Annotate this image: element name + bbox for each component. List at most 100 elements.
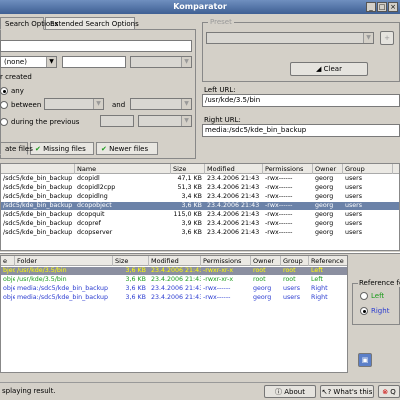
table-row[interactable]: /sdc5/kde_bin_backup dcopquit 115,0 KB 23.4… (1, 211, 399, 219)
table-row[interactable]: /sdc5/kde_bin_backup dcopidl2cpp 51,3 KB 23… (1, 184, 399, 192)
column-header[interactable]: Modified (205, 164, 263, 174)
checkmark-icon: ✔ (101, 145, 107, 153)
tab-search-options[interactable]: Search Options (0, 17, 58, 30)
table-cell: 3,4 KB (181, 193, 202, 200)
table-cell: 115,0 KB (173, 211, 202, 218)
any-radio[interactable] (0, 87, 8, 95)
table-cell: object (3, 276, 15, 283)
table-row[interactable]: object/usr/kde/3.5/bin 3,6 KB 23.4.2006 21… (1, 276, 347, 284)
column-header[interactable]: Group (343, 164, 393, 174)
any-label: any (11, 87, 24, 95)
reference-right-radio[interactable] (360, 307, 368, 315)
column-header[interactable] (1, 164, 75, 174)
table-cell: -rwx------ (203, 294, 231, 301)
table-cell: georg (315, 202, 334, 209)
table-cell: users (345, 220, 363, 227)
column-header[interactable]: Owner (313, 164, 343, 174)
quit-button[interactable]: ⊗ Q (378, 385, 400, 398)
table-cell: users (345, 184, 363, 191)
left-url-label: Left URL: (204, 86, 236, 94)
column-header[interactable]: Permissions (201, 256, 251, 266)
plus-icon: + (384, 34, 390, 42)
table-row[interactable]: objectmedia:/sdc5/kde_bin_backup 3,6 KB 23… (1, 285, 347, 293)
table-row[interactable]: /sdc5/kde_bin_backup dcopidlng 3,4 KB 23.4.… (1, 193, 399, 201)
table-row[interactable]: /sdc5/kde_bin_backup dcopref 3,9 KB 23.4.20… (1, 220, 399, 228)
preset-combo[interactable]: ▼ (206, 32, 374, 44)
between-radio[interactable] (0, 101, 8, 109)
minimize-icon[interactable]: _ (366, 2, 376, 12)
add-preset-button[interactable]: + (380, 31, 394, 45)
column-header[interactable]: Modified (149, 256, 201, 266)
during-unit-combo[interactable]: ▼ (138, 115, 192, 127)
column-header[interactable]: e (1, 256, 15, 266)
between-start-date[interactable]: ▼ (44, 98, 104, 110)
table-cell: 23.4.2006 21:43 (207, 211, 260, 218)
and-label: and (112, 101, 126, 109)
search-text-input[interactable] (0, 40, 192, 52)
table-cell: users (283, 294, 301, 301)
reference-left-label: Left (371, 292, 385, 300)
table-cell: /sdc5/kde_bin_backup (3, 229, 73, 236)
chevron-down-icon: ▼ (363, 33, 373, 43)
column-header[interactable]: Permissions (263, 164, 313, 174)
whats-this-button[interactable]: ↖? What's this (320, 385, 374, 398)
table-row[interactable]: /sdc5/kde_bin_backup dcopobject 3,6 KB 23.4… (1, 202, 399, 210)
modified-combo[interactable]: (none) ▼ (0, 56, 57, 68)
tab-missing-files[interactable]: ✔ Missing files (30, 142, 94, 155)
table-row[interactable]: objectmedia:/sdc5/kde_bin_backup 3,6 KB 23… (1, 294, 347, 302)
column-header[interactable]: Size (113, 256, 149, 266)
table-row[interactable]: /sdc5/kde_bin_backup dcopidl 47,1 KB 23.4.2… (1, 175, 399, 183)
preset-label: Preset (208, 18, 234, 26)
left-url-input[interactable]: /usr/kde/3.5/bin (202, 94, 400, 107)
table-cell: georg (315, 175, 334, 182)
between-end-date[interactable]: ▼ (130, 98, 192, 110)
table-cell: -rwx------ (265, 220, 293, 227)
status-text: splaying result. (2, 387, 56, 395)
about-button[interactable]: ⓘ About (264, 385, 316, 398)
column-header[interactable]: Group (281, 256, 309, 266)
table-row[interactable]: /sdc5/kde_bin_backup dcopserver 3,6 KB 23.4… (1, 229, 399, 237)
column-header[interactable]: Folder (15, 256, 113, 266)
table-cell: users (345, 175, 363, 182)
table-cell: 23.4.2006 21:43 (207, 229, 260, 236)
quit-icon: ⊗ (382, 388, 389, 396)
reference-left-radio[interactable] (360, 292, 368, 300)
table-cell: -rwx------ (203, 285, 231, 292)
about-label: About (284, 388, 305, 396)
during-label: during the previous (11, 118, 80, 126)
table-cell: /sdc5/kde_bin_backup (3, 211, 73, 218)
tab-newer-files[interactable]: ✔ Newer files (96, 142, 158, 155)
clear-label: Clear (323, 65, 342, 73)
clear-button[interactable]: ◢ Clear (290, 62, 368, 76)
table-cell: -rwx------ (265, 175, 293, 182)
size-input[interactable] (62, 56, 126, 68)
tab-duplicate-files[interactable]: ate files (0, 142, 33, 155)
splitter-handle[interactable] (0, 252, 400, 254)
table-row[interactable]: bject/usr/kde/3.5/bin 3,6 KB 23.4.2006 21:… (1, 267, 347, 275)
close-icon[interactable]: × (388, 2, 398, 12)
during-radio[interactable] (0, 118, 8, 126)
table-cell: dcopobject (77, 202, 112, 209)
table-cell: georg (315, 211, 334, 218)
column-header[interactable]: Size (171, 164, 205, 174)
maximize-icon[interactable]: □ (377, 2, 387, 12)
copy-file-icon[interactable]: ▣ (358, 353, 372, 367)
table-cell: Left (311, 276, 323, 283)
right-url-input[interactable]: media:/sdc5/kde_bin_backup (202, 124, 400, 137)
chevron-down-icon: ▼ (181, 116, 191, 126)
table-cell: 23.4.2006 21:43 (207, 220, 260, 227)
created-label: r created (0, 73, 32, 81)
column-header[interactable]: Name (75, 164, 171, 174)
table-cell: root (253, 276, 266, 283)
column-header[interactable]: Reference (309, 256, 347, 266)
size-unit-combo[interactable]: ▼ (130, 56, 192, 68)
table-cell: /sdc5/kde_bin_backup (3, 202, 73, 209)
during-count-input[interactable] (100, 115, 134, 127)
table-cell: georg (315, 229, 334, 236)
table-cell: root (283, 267, 296, 274)
table-cell: root (253, 267, 266, 274)
table-cell: Left (311, 267, 323, 274)
table-cell: 3,6 KB (125, 267, 146, 274)
table-cell: dcopref (77, 220, 101, 227)
column-header[interactable]: Owner (251, 256, 281, 266)
